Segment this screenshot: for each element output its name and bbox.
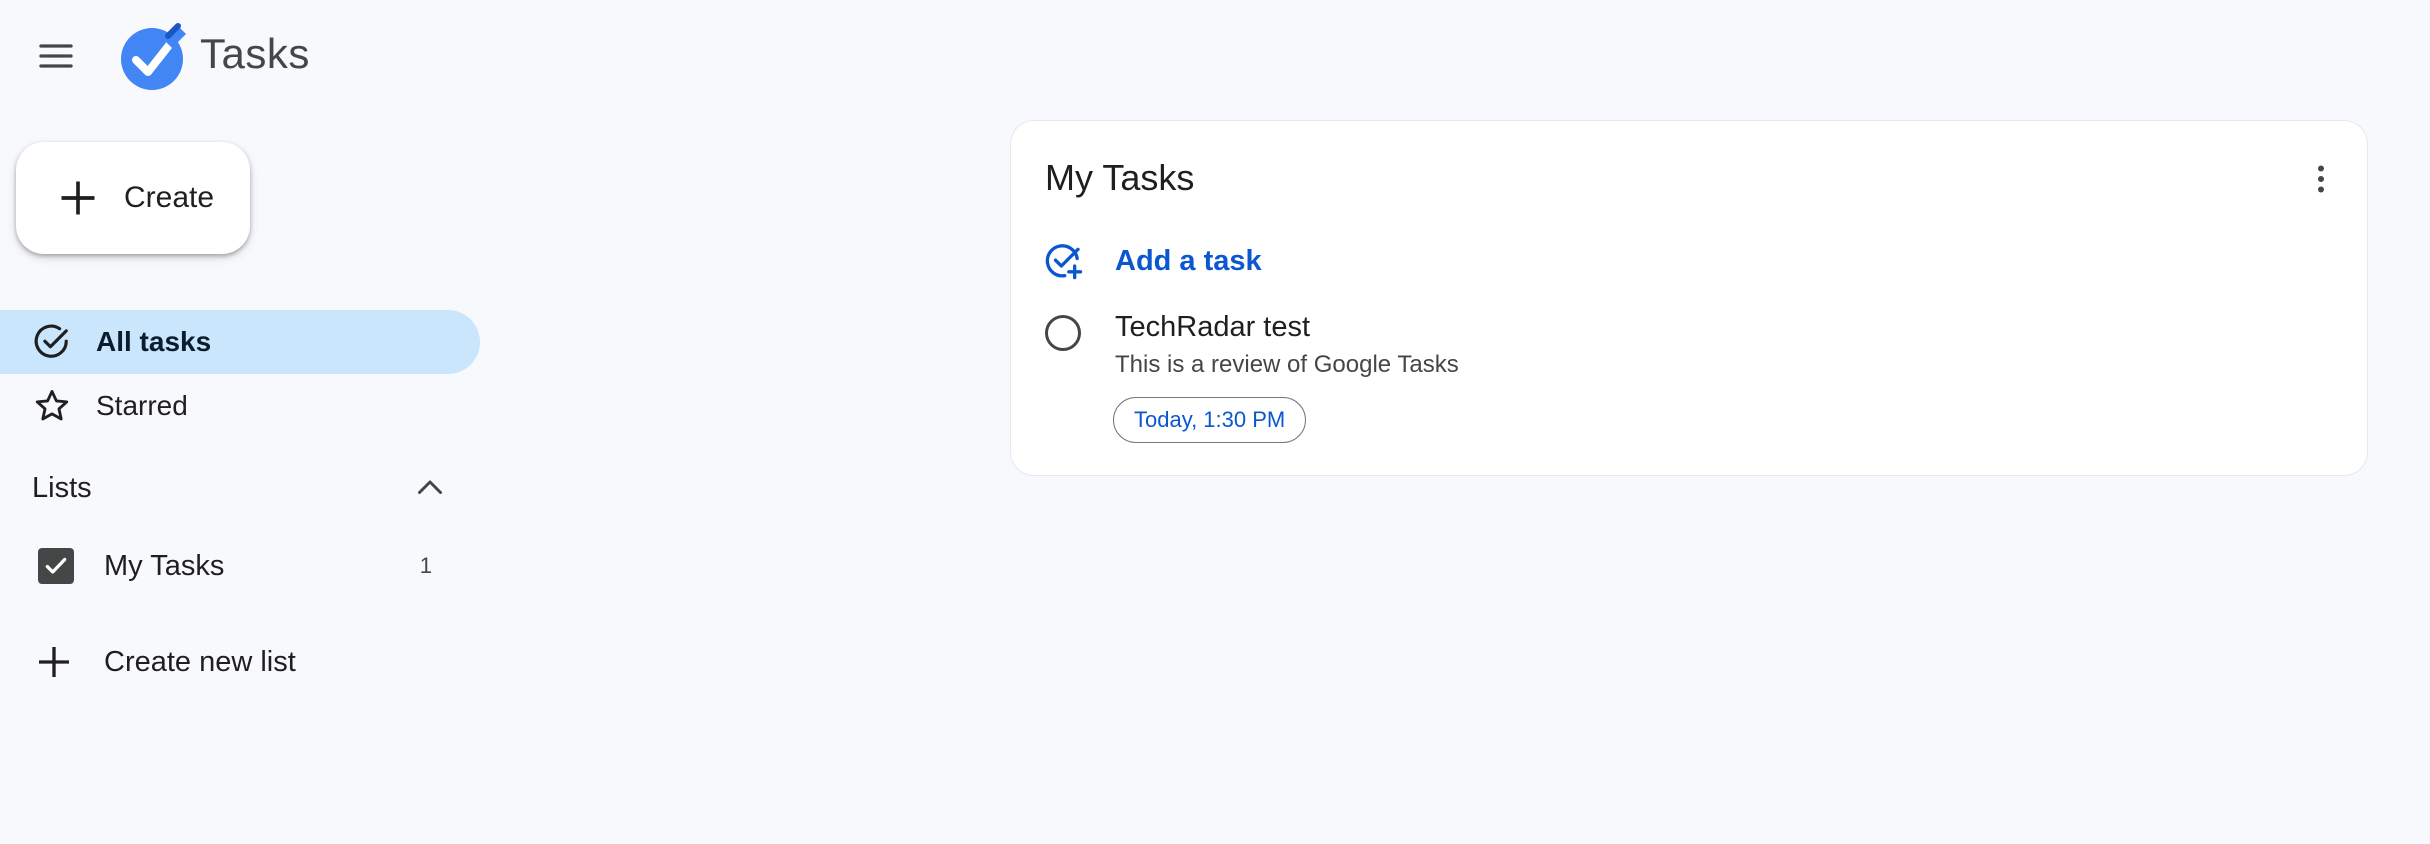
tasks-app: Tasks Create All tasks Starred Lists My … xyxy=(0,0,2430,844)
lists-section-header[interactable]: Lists xyxy=(32,466,452,510)
create-button[interactable]: Create xyxy=(16,142,250,254)
sidebar-item-label: Starred xyxy=(96,390,188,421)
list-item-count: 1 xyxy=(419,553,432,578)
create-new-list-label: Create new list xyxy=(104,645,296,678)
more-vert-icon xyxy=(2318,165,2324,193)
checkmark-icon xyxy=(45,557,67,574)
app-title: Tasks xyxy=(200,30,310,77)
list-item-my-tasks[interactable]: My Tasks 1 xyxy=(0,534,480,598)
star-outline-icon xyxy=(32,386,72,426)
plus-icon xyxy=(61,181,95,215)
task-title[interactable]: TechRadar test xyxy=(1115,311,1310,344)
sidebar-item-label: All tasks xyxy=(96,326,212,357)
plus-icon xyxy=(39,647,69,677)
list-visibility-checkbox[interactable] xyxy=(38,548,74,584)
task-due-chip[interactable]: Today, 1:30 PM xyxy=(1113,397,1307,443)
create-button-label: Create xyxy=(124,181,215,214)
sidebar-item-starred[interactable]: Starred xyxy=(0,374,480,438)
complete-task-radio[interactable] xyxy=(1045,315,1081,351)
task-list-card: My Tasks Add a task TechRadar test This … xyxy=(1010,120,2368,476)
main-menu-button[interactable] xyxy=(24,24,88,88)
task-description[interactable]: This is a review of Google Tasks xyxy=(1115,351,1459,379)
create-new-list-button[interactable]: Create new list xyxy=(0,630,480,694)
list-item-label: My Tasks xyxy=(104,549,225,582)
google-tasks-logo[interactable] xyxy=(116,22,190,92)
task-list-title: My Tasks xyxy=(1045,157,1195,198)
add-task-label: Add a task xyxy=(1115,244,1262,277)
lists-heading: Lists xyxy=(32,471,92,504)
task-item[interactable]: TechRadar test This is a review of Googl… xyxy=(1043,309,2323,459)
add-task-button[interactable]: Add a task xyxy=(1043,233,1443,289)
hamburger-menu-icon xyxy=(39,44,73,68)
sidebar-item-all-tasks[interactable]: All tasks xyxy=(0,310,480,374)
more-options-button[interactable] xyxy=(2295,153,2347,205)
chevron-up-icon[interactable] xyxy=(408,466,452,510)
check-circle-icon xyxy=(32,322,72,362)
add-task-icon xyxy=(1045,244,1083,280)
